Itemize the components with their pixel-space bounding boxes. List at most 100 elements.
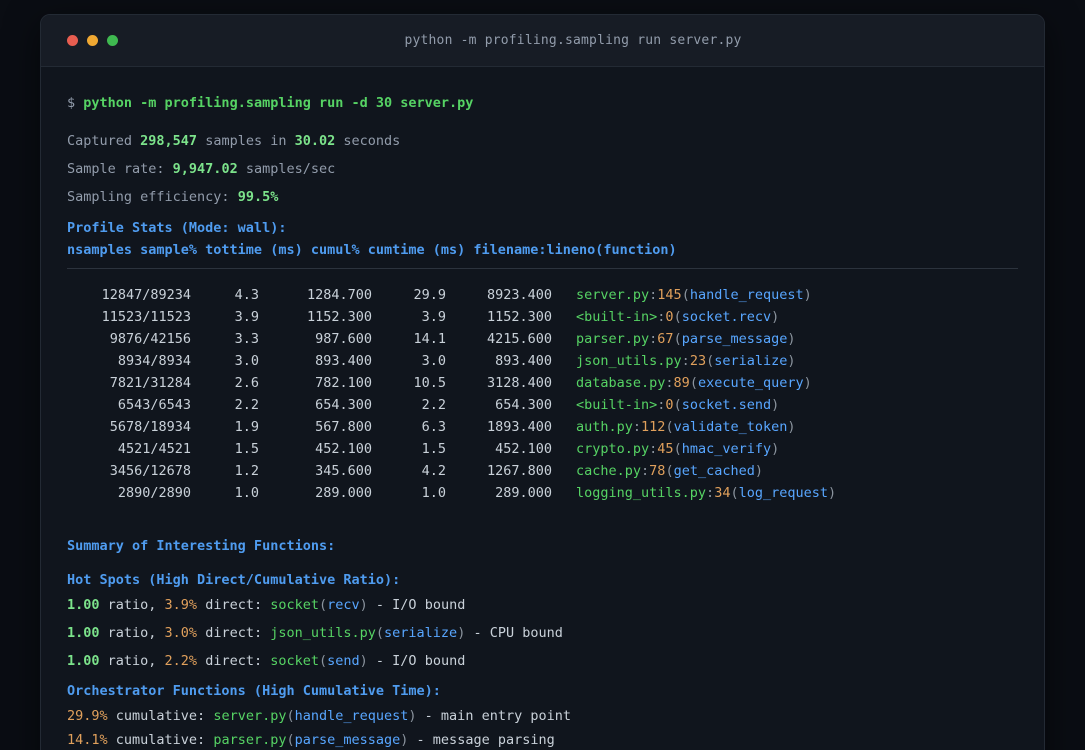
table-cell: 4.2 [421,463,446,479]
table-cell: 9876/42156 [109,331,191,347]
table-cell: 654.300 [315,397,372,413]
function-location-cell: <built-in>:0(socket.send) [552,394,1018,416]
text-segment: 0 [665,397,674,413]
text-segment: hmac_verify [681,441,772,457]
sample-rate-line: Sample rate: 9,947.02 samples/sec [67,161,1018,178]
table-cell: 1.0 [234,485,259,501]
text-segment: 298,547 [140,133,198,149]
text-segment: json_utils.py [270,625,376,641]
table-cell: 6543/6543 [117,397,191,413]
text-segment: ) [771,309,780,325]
text-segment: - CPU bound [465,625,563,641]
desktop-background: python -m profiling.sampling run server.… [0,0,1085,750]
maximize-button[interactable] [107,35,118,46]
table-cell: 289.000 [315,485,372,501]
close-button[interactable] [67,35,78,46]
text-segment: ratio, [99,625,165,641]
text-segment: ) [803,287,812,303]
text-segment: samples in [197,133,295,149]
text-segment: : [641,463,650,479]
traffic-lights [57,35,118,46]
text-segment: cumulative: [107,732,214,748]
table-cell: 1.2 [234,463,259,479]
text-segment: ( [673,441,682,457]
table-cell: 3.3 [234,331,259,347]
table-cell: 452.100 [495,441,552,457]
text-segment: execute_query [697,375,804,391]
text-segment: 1.00 [67,597,100,613]
table-cell: 1267.800 [486,463,552,479]
text-segment: log_request [738,485,828,501]
text-segment: 0 [665,309,674,325]
text-segment: <built-in> [576,309,658,325]
text-segment: send [327,653,360,669]
text-segment: ) [359,597,368,613]
minimize-button[interactable] [87,35,98,46]
text-segment: 45 [657,441,674,457]
text-segment: parse_message [681,331,788,347]
text-segment: 67 [657,331,674,347]
text-segment: 78 [649,463,666,479]
text-segment: ( [673,397,682,413]
text-segment: ( [673,331,682,347]
text-segment: ) [828,485,837,501]
table-cell: 1.9 [234,419,259,435]
command-line: $ python -m profiling.sampling run -d 30… [67,95,1018,112]
text-segment: 1.00 [67,625,100,641]
text-segment: cumulative: [107,708,214,724]
function-location-cell: parser.py:67(parse_message) [552,328,1018,350]
hot-spots-list: 1.00 ratio, 3.9% direct: socket(recv) - … [67,597,1018,670]
window-titlebar: python -m profiling.sampling run server.… [41,15,1044,67]
table-cell: 289.000 [495,485,552,501]
text-segment: - main entry point [416,708,571,724]
text-segment: ( [286,732,295,748]
text-segment: ( [673,309,682,325]
text-segment: seconds [335,133,401,149]
text-segment: ( [730,485,739,501]
table-cell: 782.100 [315,375,372,391]
text-segment: - I/O bound [367,653,466,669]
function-location-cell: logging_utils.py:34(log_request) [552,482,1018,504]
text-segment: 29.9% [67,708,108,724]
table-cell: 1.0 [421,485,446,501]
terminal-content: $ python -m profiling.sampling run -d 30… [41,67,1044,749]
text-segment: 3.0% [164,625,198,641]
hot-spot-line: 1.00 ratio, 3.9% direct: socket(recv) - … [67,597,1018,614]
text-segment: - message parsing [408,732,555,748]
text-segment: ( [665,463,674,479]
table-cell: 4.3 [234,287,259,303]
table-row: 12847/89234 4.3 1284.700 29.9 8923.400 server… [67,284,1018,306]
table-row: 4521/4521 1.5 452.100 1.5 452.100 crypto.py:4… [67,438,1018,460]
text-segment: json_utils.py [576,353,682,369]
table-cell: 2.2 [421,397,446,413]
table-cell: 11523/11523 [101,309,191,325]
profile-table: 12847/89234 4.3 1284.700 29.9 8923.400 server… [67,284,1018,504]
text-segment: ) [754,463,763,479]
table-row: 7821/31284 2.6 782.100 10.5 3128.400 database… [67,372,1018,394]
text-segment: Sampling efficiency: [67,189,238,205]
text-segment: 1.00 [67,653,100,669]
text-segment: ) [787,419,796,435]
table-cell: 12847/89234 [101,287,191,303]
text-segment: parser.py [576,331,650,347]
table-cell: 3.0 [234,353,259,369]
table-cell: 1893.400 [486,419,552,435]
orchestrator-line: 14.1% cumulative: parser.py(parse_messag… [67,732,1018,749]
text-segment: serialize [384,625,458,641]
table-cell: 6.3 [421,419,446,435]
text-segment: : [681,353,690,369]
table-cell: 10.5 [413,375,446,391]
text-segment: socket.recv [681,309,772,325]
text-segment: 14.1% [67,732,108,748]
text-segment: cache.py [576,463,642,479]
window-title: python -m profiling.sampling run server.… [404,33,742,48]
table-cell: 2.6 [234,375,259,391]
function-location-cell: crypto.py:45(hmac_verify) [552,438,1018,460]
table-cell: 987.600 [315,331,372,347]
function-location-cell: <built-in>:0(socket.recv) [552,306,1018,328]
text-segment: ) [787,331,796,347]
table-cell: 4521/4521 [117,441,191,457]
text-segment: ) [771,441,780,457]
table-row: 2890/2890 1.0 289.000 1.0 289.000 logging_uti… [67,482,1018,504]
profile-stats-heading: Profile Stats (Mode: wall): [67,220,287,236]
